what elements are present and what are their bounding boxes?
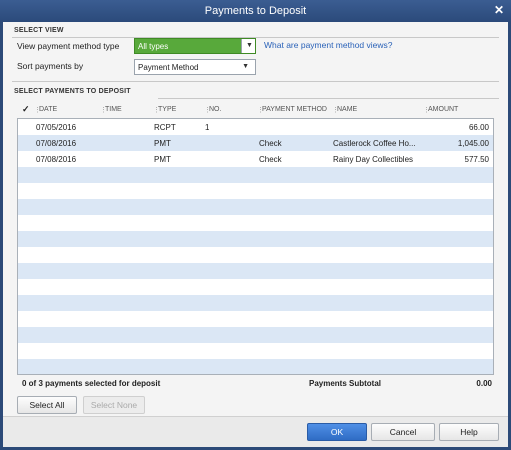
chevron-down-icon: ▼ <box>246 42 253 49</box>
subtotal-value: 0.00 <box>476 379 492 388</box>
title-bar: Payments to Deposit ✕ <box>0 0 511 22</box>
method-type-value: All types <box>138 42 169 51</box>
empty-table-row[interactable] <box>18 231 493 247</box>
table-body: 07/05/2016 RCPT 1 66.00 07/08/2016 PMT C… <box>18 119 493 375</box>
empty-table-row[interactable] <box>18 311 493 327</box>
cell-method: Check <box>259 139 282 148</box>
sort-label: Sort payments by <box>17 61 84 71</box>
empty-table-row[interactable] <box>18 327 493 343</box>
col-time[interactable]: TIME <box>105 106 122 113</box>
cell-date: 07/05/2016 <box>36 123 77 132</box>
empty-table-row[interactable] <box>18 359 493 375</box>
cell-type: PMT <box>154 155 171 164</box>
table-row[interactable]: 07/08/2016 PMT Check Castlerock Coffee H… <box>18 135 493 151</box>
cell-no: 1 <box>205 123 210 132</box>
empty-table-row[interactable] <box>18 343 493 359</box>
sort-dropdown[interactable]: Payment Method ▼ <box>134 59 256 75</box>
table-row[interactable]: 07/05/2016 RCPT 1 66.00 <box>18 119 493 135</box>
payments-table: 07/05/2016 RCPT 1 66.00 07/08/2016 PMT C… <box>17 118 494 392</box>
cell-name: Rainy Day Collectibles <box>333 155 414 164</box>
cell-date: 07/08/2016 <box>36 155 77 164</box>
close-icon[interactable]: ✕ <box>494 3 504 17</box>
payment-method-views-link[interactable]: What are payment method views? <box>264 40 393 50</box>
col-amount[interactable]: AMOUNT <box>428 106 458 113</box>
cell-type: PMT <box>154 139 171 148</box>
button-bar: OK Cancel Help <box>3 416 508 447</box>
empty-table-row[interactable] <box>18 279 493 295</box>
col-no[interactable]: NO. <box>209 106 221 113</box>
col-date[interactable]: DATE <box>39 106 57 113</box>
cell-type: RCPT <box>154 123 176 132</box>
selected-summary: 0 of 3 payments selected for deposit <box>22 379 161 388</box>
dialog-body: SELECT VIEW View payment method type All… <box>3 22 508 447</box>
empty-table-row[interactable] <box>18 247 493 263</box>
dropdown-arrow[interactable]: ▼ <box>241 39 255 53</box>
window-title: Payments to Deposit <box>204 5 307 17</box>
subtotal-label: Payments Subtotal <box>309 379 382 388</box>
empty-table-row[interactable] <box>18 199 493 215</box>
col-type[interactable]: TYPE <box>158 106 176 113</box>
table-header: ✓ ⋮ DATE ⋮ TIME ⋮ TYPE ⋮ NO. ⋮ PAYMENT M… <box>22 104 459 115</box>
select-all-button[interactable]: Select All <box>17 396 77 414</box>
cell-name: Castlerock Coffee Ho... <box>333 139 416 148</box>
empty-table-row[interactable] <box>18 167 493 183</box>
empty-table-row[interactable] <box>18 183 493 199</box>
empty-table-row[interactable] <box>18 263 493 279</box>
divider <box>158 98 499 99</box>
cell-amount: 66.00 <box>468 123 489 132</box>
cancel-button[interactable]: Cancel <box>371 423 435 441</box>
method-type-label: View payment method type <box>17 41 120 51</box>
table-row[interactable]: 07/08/2016 PMT Check Rainy Day Collectib… <box>18 151 493 167</box>
col-payment-method[interactable]: PAYMENT METHOD <box>262 106 327 113</box>
cell-amount: 577.50 <box>464 155 489 164</box>
divider <box>12 81 499 82</box>
cell-method: Check <box>259 155 282 164</box>
ok-button[interactable]: OK <box>307 423 367 441</box>
cell-amount: 1,045.00 <box>457 139 489 148</box>
sort-value: Payment Method <box>138 63 199 72</box>
empty-table-row[interactable] <box>18 295 493 311</box>
select-none-button[interactable]: Select None <box>83 396 145 414</box>
table-footer: 0 of 3 payments selected for deposit Pay… <box>17 374 494 392</box>
check-column-icon[interactable]: ✓ <box>22 104 30 115</box>
method-type-dropdown[interactable]: All types ▼ <box>134 38 256 54</box>
help-button[interactable]: Help <box>439 423 499 441</box>
select-view-heading: SELECT VIEW <box>14 27 64 34</box>
chevron-down-icon: ▼ <box>242 63 249 70</box>
empty-table-row[interactable] <box>18 215 493 231</box>
select-payments-heading: SELECT PAYMENTS TO DEPOSIT <box>14 88 131 95</box>
col-name[interactable]: NAME <box>337 106 357 113</box>
cell-date: 07/08/2016 <box>36 139 77 148</box>
